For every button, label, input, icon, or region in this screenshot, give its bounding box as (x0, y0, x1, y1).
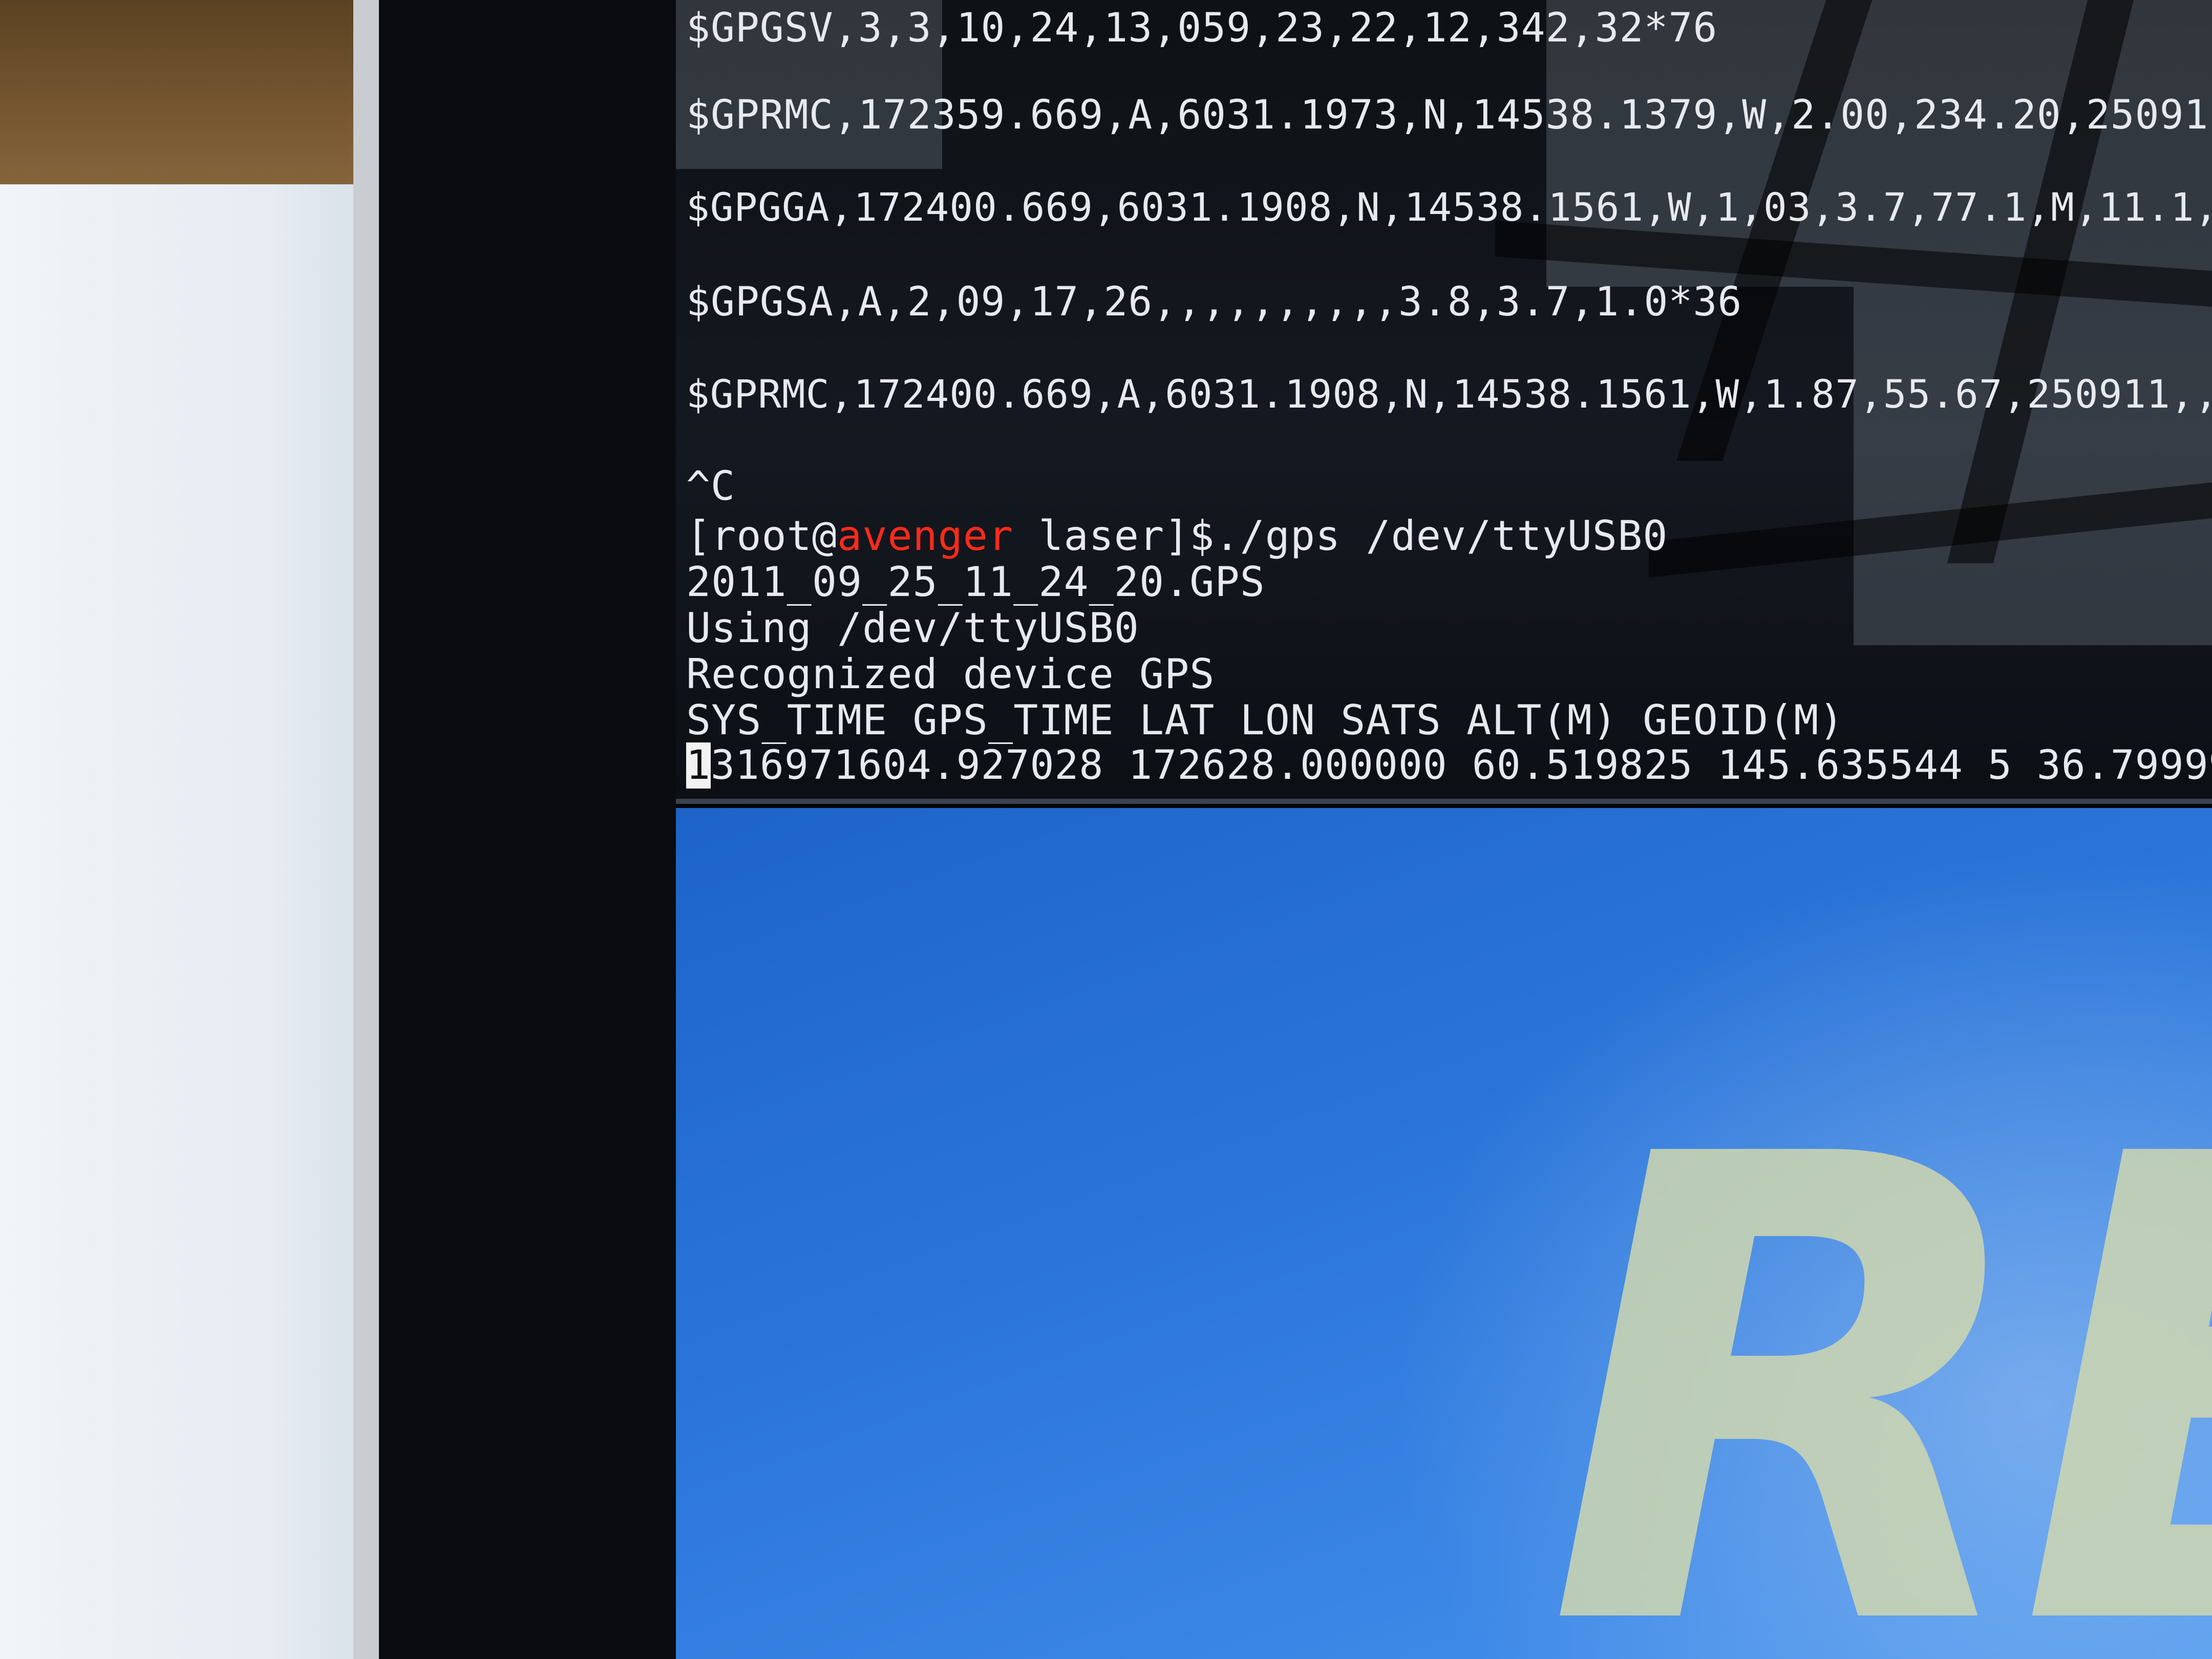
output-column-header: SYS_TIME GPS_TIME LAT LON SATS ALT(M) GE… (686, 696, 1844, 744)
output-filename: 2011_09_25_11_24_20.GPS (686, 558, 1265, 606)
output-recognized: Recognized device GPS (686, 650, 1215, 698)
shell-prompt: [root@avenger laser]$./gps /dev/ttyUSB0 (686, 512, 1668, 560)
terminal-line: ^C (686, 463, 735, 509)
terminal-line: $GPRMC,172359.669,A,6031.1973,N,14538.13… (686, 92, 2212, 138)
output-data-row: 1316971604.927028 172628.000000 60.51982… (686, 742, 2212, 789)
prompt-hostname: avenger (837, 512, 1014, 560)
desktop-wallpaper: RE (676, 808, 2212, 1659)
photo-scene: $GPGSV,3,3,10,24,13,059,23,22,12,342,32*… (0, 0, 2212, 1659)
terminal-window[interactable]: $GPGSV,3,3,10,24,13,059,23,22,12,342,32*… (676, 0, 2212, 804)
laptop-screen: $GPGSV,3,3,10,24,13,059,23,22,12,342,32*… (676, 0, 2212, 1659)
text-cursor: 1 (686, 742, 711, 789)
wooden-surface (0, 0, 353, 215)
terminal-bottom-border (676, 799, 2212, 804)
output-device: Using /dev/ttyUSB0 (686, 604, 1139, 652)
terminal-line: $GPGSV,3,3,10,24,13,059,23,22,12,342,32*… (686, 5, 1718, 51)
prompt-prefix: [root@ (686, 512, 837, 560)
terminal-line: $GPGSA,A,2,09,17,26,,,,,,,,,,3.8,3.7,1.0… (686, 279, 1742, 325)
prompt-command: laser]$./gps /dev/ttyUSB0 (1013, 512, 1668, 560)
terminal-line: $GPRMC,172400.669,A,6031.1908,N,14538.15… (686, 371, 2212, 417)
white-wall (0, 184, 389, 1659)
wallpaper-logo: RE (1546, 1022, 2212, 1659)
terminal-line: $GPGGA,172400.669,6031.1908,N,14538.1561… (686, 184, 2212, 230)
data-row-values: 316971604.927028 172628.000000 60.519825… (710, 742, 2212, 789)
